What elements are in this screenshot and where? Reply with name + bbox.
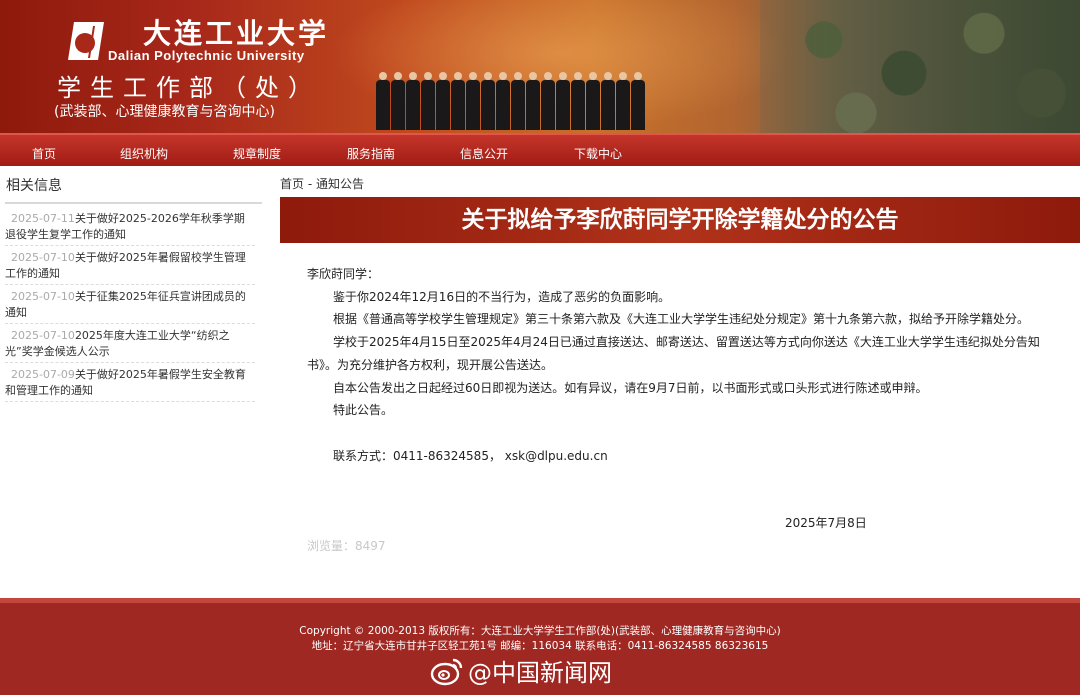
nav-organization[interactable]: 组织机构 — [120, 145, 168, 162]
breadcrumb-current[interactable]: 通知公告 — [316, 177, 364, 191]
item-date: 2025-07-10 — [11, 329, 75, 342]
breadcrumb-separator: - — [304, 177, 316, 191]
weibo-icon — [430, 658, 463, 685]
notice-body: 李欣莳同学： 鉴于你2024年12月16日的不当行为，造成了恶劣的负面影响。 根… — [307, 263, 1057, 467]
university-name-en: Dalian Polytechnic University — [108, 48, 305, 63]
graduates-photo — [376, 68, 645, 130]
notice-date: 2025年7月8日 — [785, 516, 867, 530]
nav-home[interactable]: 首页 — [32, 145, 56, 162]
notice-paragraph: 特此公告。 — [333, 403, 394, 418]
department-title: 学生工作部（处） — [57, 74, 321, 102]
sidebar-title: 相关信息 — [5, 174, 262, 204]
watermark-text: @中国新闻网 — [468, 659, 612, 687]
notice-salutation: 李欣莳同学： — [307, 267, 380, 281]
notice-paragraph: 根据《普通高等学校学生管理规定》第三十条第六款及《大连工业大学学生违纪处分规定》… — [333, 312, 1030, 327]
item-date: 2025-07-10 — [11, 290, 75, 303]
item-date: 2025-07-09 — [11, 368, 75, 381]
nav-info-disclosure[interactable]: 信息公开 — [460, 145, 508, 162]
banner-military-photo — [760, 0, 1080, 133]
notice-title-bar: 关于拟给予李欣莳同学开除学籍处分的公告 — [280, 197, 1080, 243]
list-item[interactable]: 2025-07-09关于做好2025年暑假学生安全教育和管理工作的通知 — [5, 363, 255, 402]
notice-title: 关于拟给予李欣莳同学开除学籍处分的公告 — [461, 207, 899, 233]
item-date: 2025-07-10 — [11, 251, 75, 264]
notice-paragraph: 鉴于你2024年12月16日的不当行为，造成了恶劣的负面影响。 — [333, 289, 671, 304]
views-label: 浏览量： — [307, 539, 356, 553]
list-item[interactable]: 2025-07-10关于做好2025年暑假留校学生管理工作的通知 — [5, 246, 255, 285]
related-info-sidebar: 相关信息 2025-07-11关于做好2025-2026学年秋季学期退役学生复学… — [5, 174, 262, 402]
list-item[interactable]: 2025-07-10关于征集2025年征兵宣讲团成员的通知 — [5, 285, 255, 324]
footer-address: 地址：辽宁省大连市甘井子区轻工苑1号 邮编：116034 联系电话：0411-8… — [311, 640, 769, 652]
department-subtitle: (武装部、心理健康教育与咨询中心) — [54, 104, 275, 120]
weibo-watermark: @中国新闻网 — [430, 653, 612, 688]
university-logo-icon — [68, 22, 104, 60]
nav-downloads[interactable]: 下载中心 — [574, 145, 622, 162]
view-count: 浏览量：8497 — [307, 537, 386, 554]
main-nav: 首页 组织机构 规章制度 服务指南 信息公开 下载中心 — [0, 133, 1080, 166]
notice-contact: 联系方式：0411-86324585， xsk@dlpu.edu.cn — [333, 448, 608, 463]
nav-regulations[interactable]: 规章制度 — [233, 145, 281, 162]
item-date: 2025-07-11 — [11, 212, 75, 225]
breadcrumb-home[interactable]: 首页 — [280, 177, 304, 191]
breadcrumb: 首页 - 通知公告 — [280, 175, 364, 192]
related-list: 2025-07-11关于做好2025-2026学年秋季学期退役学生复学工作的通知… — [5, 207, 262, 402]
views-value: 8497 — [355, 539, 386, 553]
list-item[interactable]: 2025-07-102025年度大连工业大学“纺织之光”奖学金候选人公示 — [5, 324, 255, 363]
notice-paragraph: 学校于2025年4月15日至2025年4月24日已通过直接送达、邮寄送达、留置送… — [307, 335, 1040, 372]
notice-paragraph: 自本公告发出之日起经过60日即视为送达。如有异议，请在9月7日前，以书面形式或口… — [333, 380, 928, 395]
header-banner: 大连工业大学 Dalian Polytechnic University 学生工… — [0, 0, 1080, 133]
university-name-cn: 大连工业大学 — [143, 17, 330, 50]
nav-service-guide[interactable]: 服务指南 — [347, 145, 395, 162]
footer-copyright: Copyright © 2000-2013 版权所有：大连工业大学学生工作部(处… — [299, 625, 781, 637]
list-item[interactable]: 2025-07-11关于做好2025-2026学年秋季学期退役学生复学工作的通知 — [5, 207, 255, 246]
